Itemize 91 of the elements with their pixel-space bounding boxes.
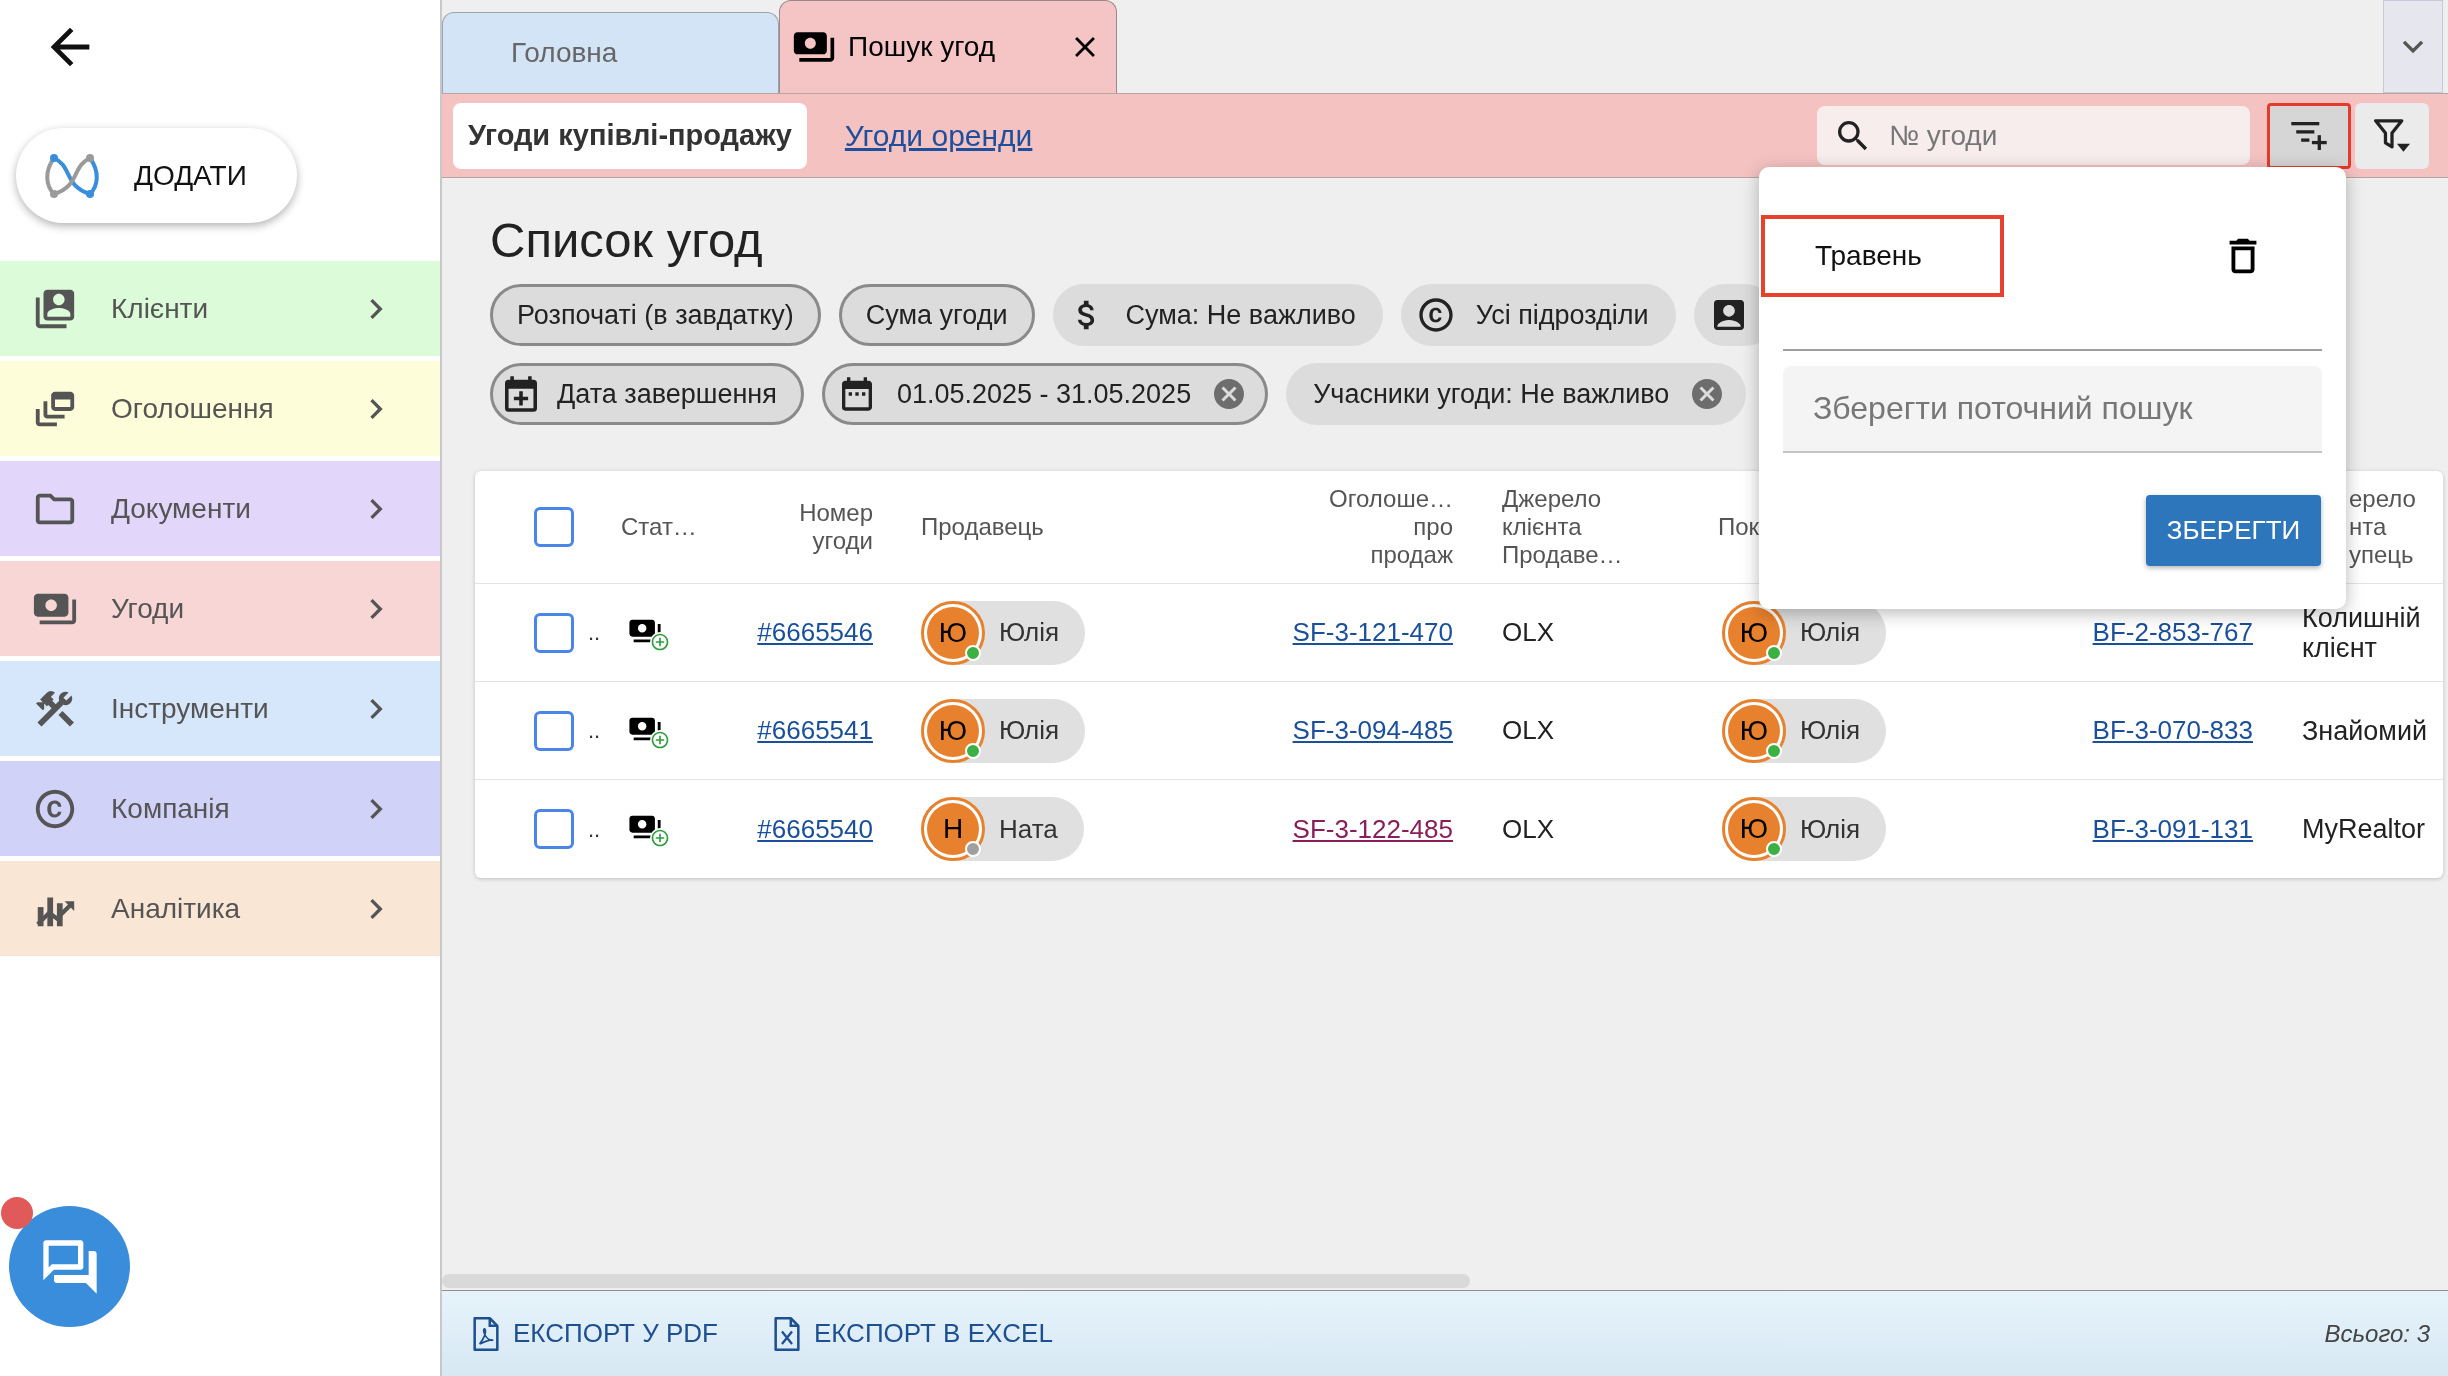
user-chip[interactable]: Ю Юлія <box>921 698 1086 763</box>
search-field[interactable]: № угоди <box>1817 106 2250 165</box>
table-cell: MyRealtor <box>2302 814 2426 844</box>
sidebar-item-label: Компанія <box>111 791 230 826</box>
column-header[interactable]: Стат… <box>621 513 697 541</box>
save-button[interactable]: ЗБЕРЕГТИ <box>2146 495 2321 566</box>
filter-chip[interactable]: 01.05.2025 - 31.05.2025 <box>821 363 1269 425</box>
user-name: Юлія <box>999 714 1060 747</box>
record-link[interactable]: SF-3-094-485 <box>1292 711 1453 750</box>
record-link[interactable]: BF-3-091-131 <box>2092 809 2253 849</box>
sidebar-item[interactable]: Угоди <box>0 561 440 656</box>
sidebar-item[interactable]: Інструменти <box>0 661 440 756</box>
truncated-cell-text: .. <box>588 815 601 844</box>
scrollbar-thumb[interactable] <box>442 1274 1470 1288</box>
user-name: Юлія <box>1800 714 1861 747</box>
sidebar-item-label: Інструменти <box>111 691 269 726</box>
deal-number-link[interactable]: #6665541 <box>757 711 873 750</box>
sidebar-item[interactable]: Оголошення <box>0 361 440 456</box>
truncated-cell-text: .. <box>588 619 601 647</box>
deal-number-link[interactable]: #6665546 <box>757 613 873 652</box>
add-filter-button[interactable] <box>2267 102 2351 169</box>
row-checkbox[interactable] <box>534 809 574 849</box>
filter-chip[interactable]: Усі підрозділи <box>1400 284 1676 346</box>
user-chip[interactable]: Ю Юлія <box>921 600 1086 665</box>
tab[interactable]: Пошук угод <box>779 0 1117 93</box>
select-all-checkbox[interactable] <box>534 507 574 547</box>
export-button[interactable]: ЕКСПОРТ У PDF <box>473 1314 718 1353</box>
sidebar-item-label: Угоди <box>111 591 185 626</box>
user-chip[interactable]: Ю Юлія <box>1722 797 1887 861</box>
user-name: Ната <box>999 812 1058 846</box>
deal-number-link[interactable]: #6665540 <box>757 809 873 849</box>
column-header[interactable]: Оголоше… про продаж <box>1329 485 1453 569</box>
pdf-file-icon <box>473 1316 499 1351</box>
total-count: Всього: 3 <box>2324 1318 2430 1349</box>
tab-label: Пошук угод <box>848 30 996 64</box>
saved-search-item[interactable]: Травень <box>1761 215 2004 297</box>
page-title: Список угод <box>490 212 763 268</box>
table-cell: Знайомий <box>2302 715 2428 746</box>
avatar-initial: Н <box>927 803 979 855</box>
user-name: Юлія <box>1800 616 1861 649</box>
record-link[interactable]: SF-3-121-470 <box>1292 613 1453 652</box>
table-cell-text: Колишній клієнт <box>2302 602 2422 663</box>
deal-type-link[interactable]: Угоди оренди <box>844 113 1033 158</box>
filter-chip[interactable]: Сума угоди <box>838 284 1035 346</box>
user-name: Юлія <box>999 616 1060 649</box>
avatar-initial: Ю <box>1728 606 1780 659</box>
column-header[interactable]: Пок <box>1718 513 1760 541</box>
record-link[interactable]: BF-3-070-833 <box>2092 711 2253 750</box>
user-name: Юлія <box>1800 812 1861 846</box>
export-button[interactable]: ЕКСПОРТ В EXCEL <box>773 1314 1053 1353</box>
row-checkbox[interactable] <box>534 612 574 653</box>
sidebar-item[interactable]: Документи <box>0 461 440 556</box>
avatar-initial: Ю <box>1728 803 1780 855</box>
row-checkbox[interactable] <box>534 710 574 751</box>
sidebar-item[interactable]: Клієнти <box>0 261 440 356</box>
filter-chip[interactable]: Сума: Не важливо <box>1052 284 1383 346</box>
avatar-initial: Ю <box>927 704 979 757</box>
sidebar-item-label: Аналітика <box>111 891 241 926</box>
add-button[interactable]: ДОДАТИ <box>16 128 297 223</box>
column-header[interactable]: Джерело клієнта Продаве… <box>1502 485 1623 569</box>
table-cell-text: OLX <box>1502 714 1555 747</box>
user-chip[interactable]: Ю Юлія <box>1722 698 1887 763</box>
search-name-field[interactable]: Зберегти поточний пошук <box>1783 366 2322 453</box>
sidebar-item-label: Клієнти <box>111 291 209 326</box>
truncated-cell-text: .. <box>588 717 601 745</box>
record-link[interactable]: BF-2-853-767 <box>2092 613 2253 652</box>
column-header[interactable]: Продавець <box>921 513 1044 541</box>
tab[interactable]: Головна <box>442 12 779 93</box>
chevron-down-icon <box>2402 39 2424 54</box>
sidebar-item-label: Оголошення <box>111 391 274 426</box>
filter-button[interactable] <box>2355 102 2429 169</box>
calendar-plus-icon <box>505 376 537 412</box>
sidebar-item[interactable]: Компанія <box>0 761 440 856</box>
filter-chip[interactable]: Учасники угоди: Не важливо <box>1286 363 1747 425</box>
table-cell-text: OLX <box>1502 812 1555 846</box>
user-chip[interactable]: Н Ната <box>921 797 1084 861</box>
avatar-initial: Ю <box>927 606 979 659</box>
filter-chip[interactable]: Дата завершення <box>490 363 804 425</box>
sidebar-item[interactable]: Аналітика <box>0 861 440 956</box>
column-header[interactable]: Номер угоди <box>799 499 873 555</box>
record-link[interactable]: SF-3-122-485 <box>1292 809 1453 849</box>
excel-file-icon <box>773 1316 800 1351</box>
deal-type-tab[interactable]: Угоди купівлі-продажу <box>453 102 807 169</box>
filter-icon <box>2374 119 2410 152</box>
filter-add-icon <box>2291 121 2327 150</box>
sidebar-item-label: Документи <box>111 491 251 526</box>
avatar-initial: Ю <box>1728 704 1780 757</box>
table-cell-text: OLX <box>1502 616 1555 649</box>
tab-label: Головна <box>511 36 618 70</box>
filter-chip[interactable]: Розпочаті (в завдатку) <box>490 284 821 346</box>
column-header[interactable]: ерело нта упець <box>2349 485 2416 569</box>
